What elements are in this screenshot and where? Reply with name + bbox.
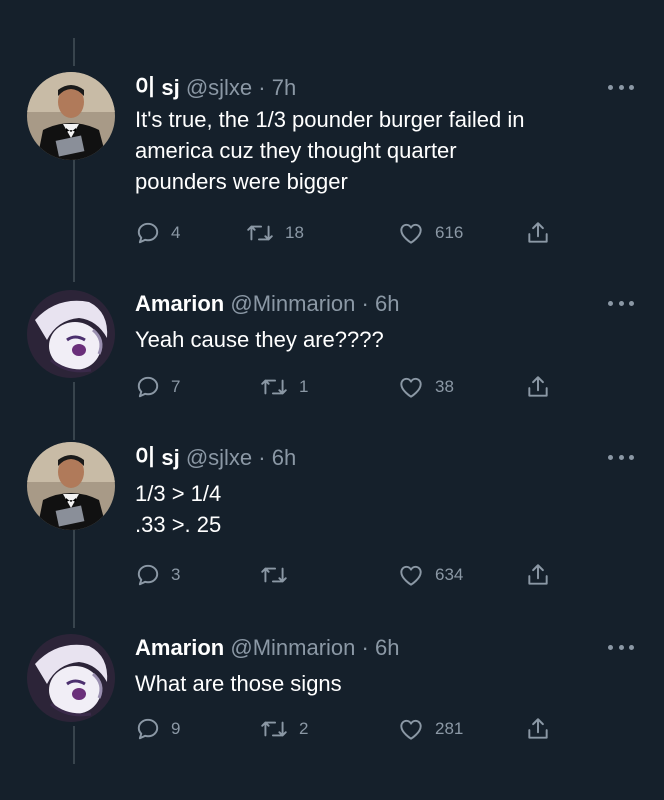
tweet-actions: 9 2 281 (135, 714, 565, 744)
reply-button[interactable]: 9 (135, 714, 180, 744)
timestamp[interactable]: 7h (272, 75, 296, 100)
tweet-header: Amarion @Minmarion · 6h (135, 290, 399, 318)
timestamp[interactable]: 6h (375, 635, 399, 660)
tweet-text-line: Yeah cause they are???? (135, 327, 384, 352)
share-icon (528, 564, 548, 585)
avatar[interactable] (27, 634, 115, 722)
timestamp[interactable]: 6h (375, 291, 399, 316)
anime-character-avatar-icon (27, 290, 115, 378)
more-options-icon[interactable] (608, 296, 634, 310)
separator-dot: · (258, 445, 266, 470)
share-button[interactable] (525, 714, 551, 744)
like-icon (400, 223, 422, 244)
username-handle[interactable]: @Minmarion (230, 635, 355, 660)
like-icon (400, 719, 422, 740)
like-button[interactable]: 616 (397, 218, 463, 248)
tweet-text-line: pounders were bigger (135, 169, 348, 194)
tweet-text-line: 1/3 > 1/4 (135, 481, 222, 506)
like-button[interactable]: 38 (397, 372, 454, 402)
tweet-actions: 7 1 38 (135, 372, 565, 402)
retweet-icon (261, 379, 287, 395)
reply-icon (137, 718, 159, 740)
tweet-text: Yeah cause they are???? (135, 324, 384, 355)
like-icon (400, 377, 422, 398)
tweet[interactable]: 이 sj @sjlxe · 6h 1/3 > 1/4 .33 >. 25 3 6… (0, 440, 664, 590)
share-button[interactable] (525, 372, 551, 402)
username-handle[interactable]: @Minmarion (230, 291, 355, 316)
anime-character-avatar-icon (27, 634, 115, 722)
tweet-actions: 3 634 (135, 560, 565, 590)
username-handle[interactable]: @sjlxe (186, 445, 252, 470)
retweet-button[interactable] (259, 560, 299, 590)
more-options-icon[interactable] (608, 450, 634, 464)
like-button[interactable]: 281 (397, 714, 463, 744)
tweet-header: 이 sj @sjlxe · 6h (135, 444, 296, 472)
separator-dot: · (361, 635, 369, 660)
reply-button[interactable]: 4 (135, 218, 180, 248)
like-count: 281 (435, 719, 464, 738)
share-icon (528, 376, 548, 397)
share-button[interactable] (525, 560, 551, 590)
tweet-text-line: It's true, the 1/3 pounder burger failed… (135, 107, 525, 132)
reply-count: 7 (171, 377, 181, 396)
display-name[interactable]: Amarion (135, 291, 224, 316)
retweet-count: 2 (299, 719, 309, 738)
display-name[interactable]: 이 sj (135, 445, 180, 470)
tweet[interactable]: Amarion @Minmarion · 6h What are those s… (0, 628, 664, 758)
like-button[interactable]: 634 (397, 560, 463, 590)
avatar[interactable] (27, 72, 115, 160)
like-count: 634 (435, 565, 464, 584)
thread-line (73, 38, 75, 66)
tweet-text-line: .33 >. 25 (135, 512, 222, 537)
retweet-button[interactable]: 18 (245, 218, 304, 248)
tweet-header: 이 sj @sjlxe · 7h (135, 74, 296, 102)
like-count: 38 (435, 377, 454, 396)
timestamp[interactable]: 6h (272, 445, 296, 470)
tweet-actions: 4 18 616 (135, 218, 565, 248)
tweet-text-line: america cuz they thought quarter (135, 138, 457, 163)
share-icon (528, 718, 548, 739)
retweet-button[interactable]: 1 (259, 372, 308, 402)
avatar[interactable] (27, 290, 115, 378)
retweet-icon (247, 225, 273, 241)
reply-button[interactable]: 7 (135, 372, 180, 402)
reply-count: 3 (171, 565, 181, 584)
reply-count: 4 (171, 223, 181, 242)
tweet-header: Amarion @Minmarion · 6h (135, 634, 399, 662)
tweet-text: It's true, the 1/3 pounder burger failed… (135, 104, 524, 197)
like-icon (400, 565, 422, 586)
display-name[interactable]: Amarion (135, 635, 224, 660)
reply-button[interactable]: 3 (135, 560, 180, 590)
tweet-text: 1/3 > 1/4 .33 >. 25 (135, 478, 221, 540)
retweet-button[interactable]: 2 (259, 714, 308, 744)
share-button[interactable] (525, 218, 551, 248)
tweet-text-line: What are those signs (135, 671, 342, 696)
avatar[interactable] (27, 442, 115, 530)
tweet-text: What are those signs (135, 668, 342, 699)
retweet-count: 1 (299, 377, 309, 396)
separator-dot: · (361, 291, 369, 316)
man-in-tuxedo-avatar-icon (27, 442, 115, 530)
retweet-icon (261, 567, 287, 583)
retweet-count: 18 (285, 223, 304, 242)
man-in-tuxedo-avatar-icon (27, 72, 115, 160)
display-name[interactable]: 이 sj (135, 75, 180, 100)
separator-dot: · (258, 75, 266, 100)
reply-count: 9 (171, 719, 181, 738)
share-icon (528, 222, 548, 243)
retweet-icon (261, 721, 287, 737)
reply-icon (137, 376, 159, 398)
reply-icon (137, 222, 159, 244)
like-count: 616 (435, 223, 464, 242)
username-handle[interactable]: @sjlxe (186, 75, 252, 100)
tweet[interactable]: 이 sj @sjlxe · 7h It's true, the 1/3 poun… (0, 66, 664, 266)
more-options-icon[interactable] (608, 640, 634, 654)
more-options-icon[interactable] (608, 80, 634, 94)
tweet[interactable]: Amarion @Minmarion · 6h Yeah cause they … (0, 282, 664, 412)
reply-icon (137, 564, 159, 586)
